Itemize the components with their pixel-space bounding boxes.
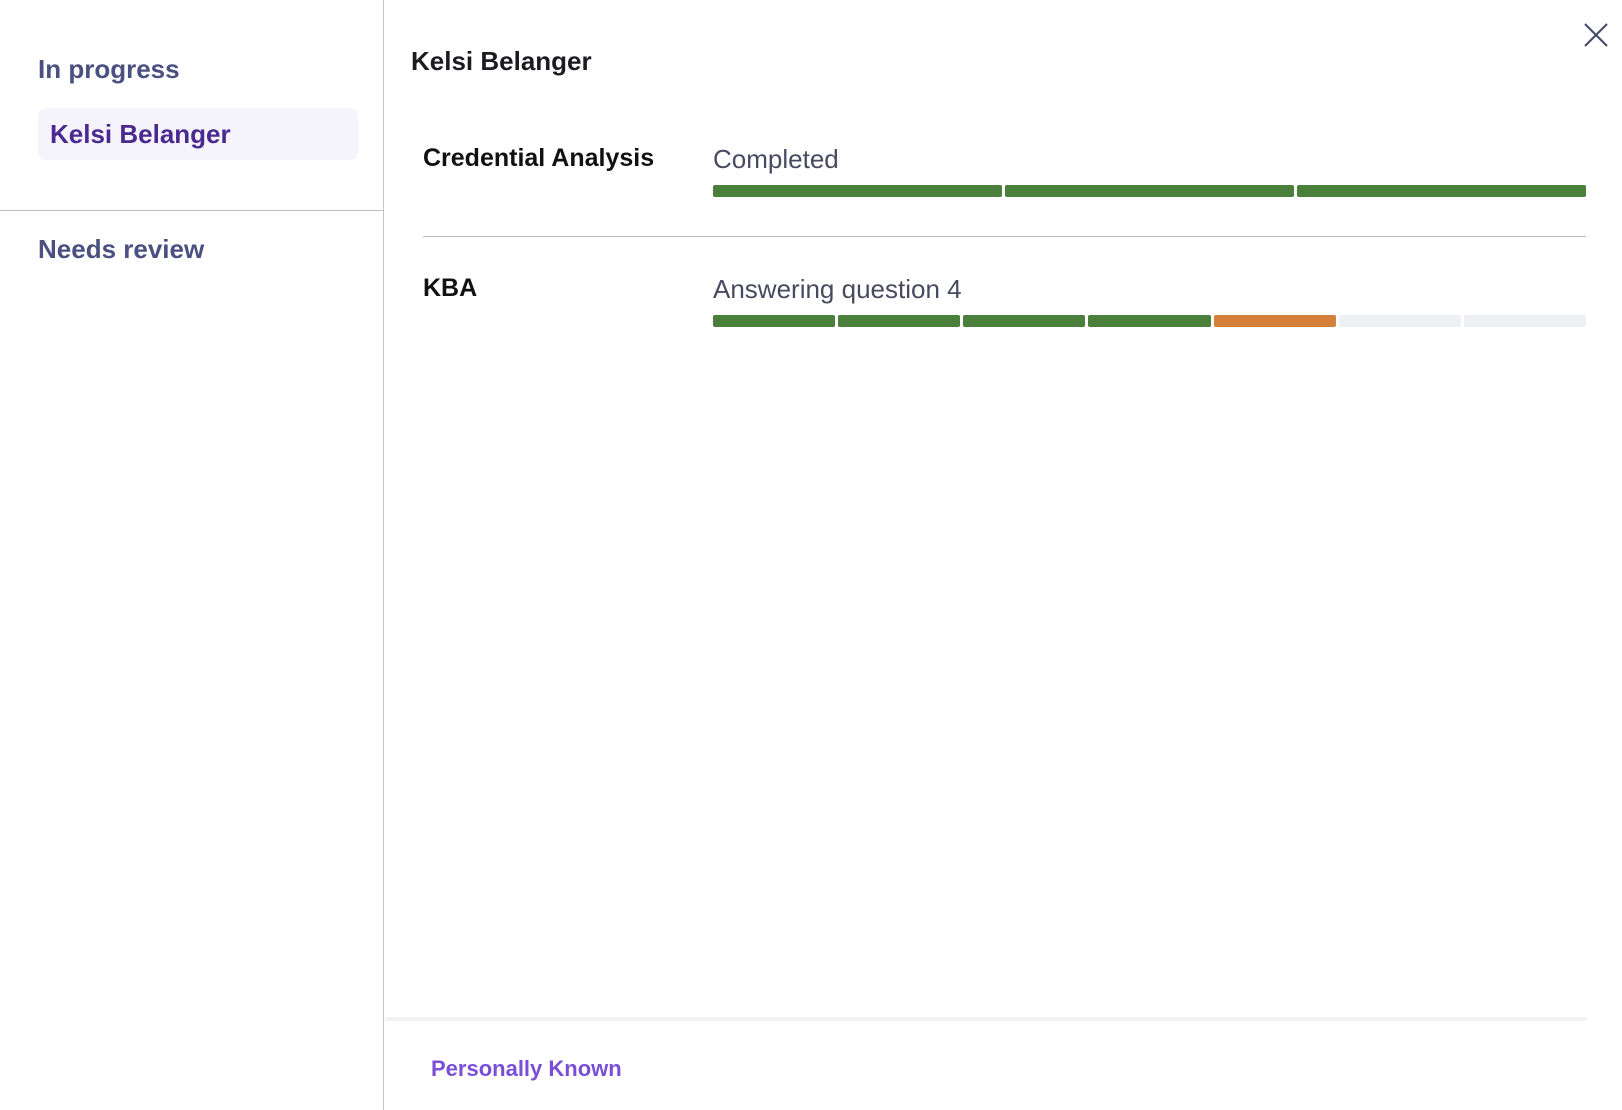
personally-known-link[interactable]: Personally Known: [431, 1056, 622, 1082]
close-button[interactable]: [1581, 20, 1611, 50]
step-status: Completed: [713, 144, 839, 174]
progress-segment-done: [713, 185, 1002, 197]
progress-bar: [713, 185, 1586, 197]
close-icon: [1584, 23, 1608, 47]
step-name: KBA: [423, 274, 478, 302]
sidebar-divider: [0, 210, 384, 211]
progress-segment-done: [1088, 315, 1211, 327]
progress-segment-active: [1213, 315, 1336, 327]
footer-divider: [385, 1017, 1586, 1021]
detail-panel: Kelsi Belanger Credential Analysis Compl…: [385, 0, 1622, 1110]
needs-review-heading: Needs review: [38, 234, 205, 264]
step-status: Answering question 4: [713, 274, 962, 304]
progress-segment-done: [1005, 185, 1294, 197]
step-divider: [423, 236, 1586, 237]
progress-segment-done: [713, 315, 836, 327]
progress-segment-todo: [1338, 315, 1461, 327]
progress-segment-done: [838, 315, 961, 327]
progress-segment-done: [963, 315, 1086, 327]
progress-bar: [713, 315, 1586, 327]
in-progress-heading: In progress: [38, 54, 180, 84]
session-panel: In progress Kelsi Belanger Needs review …: [0, 0, 1622, 1110]
sidebar-item-kelsi-belanger[interactable]: Kelsi Belanger: [38, 108, 358, 160]
signer-name-title: Kelsi Belanger: [411, 46, 592, 76]
step-name: Credential Analysis: [423, 144, 655, 172]
progress-segment-todo: [1463, 315, 1586, 327]
sidebar: In progress Kelsi Belanger Needs review: [0, 0, 384, 1110]
progress-segment-done: [1297, 185, 1586, 197]
